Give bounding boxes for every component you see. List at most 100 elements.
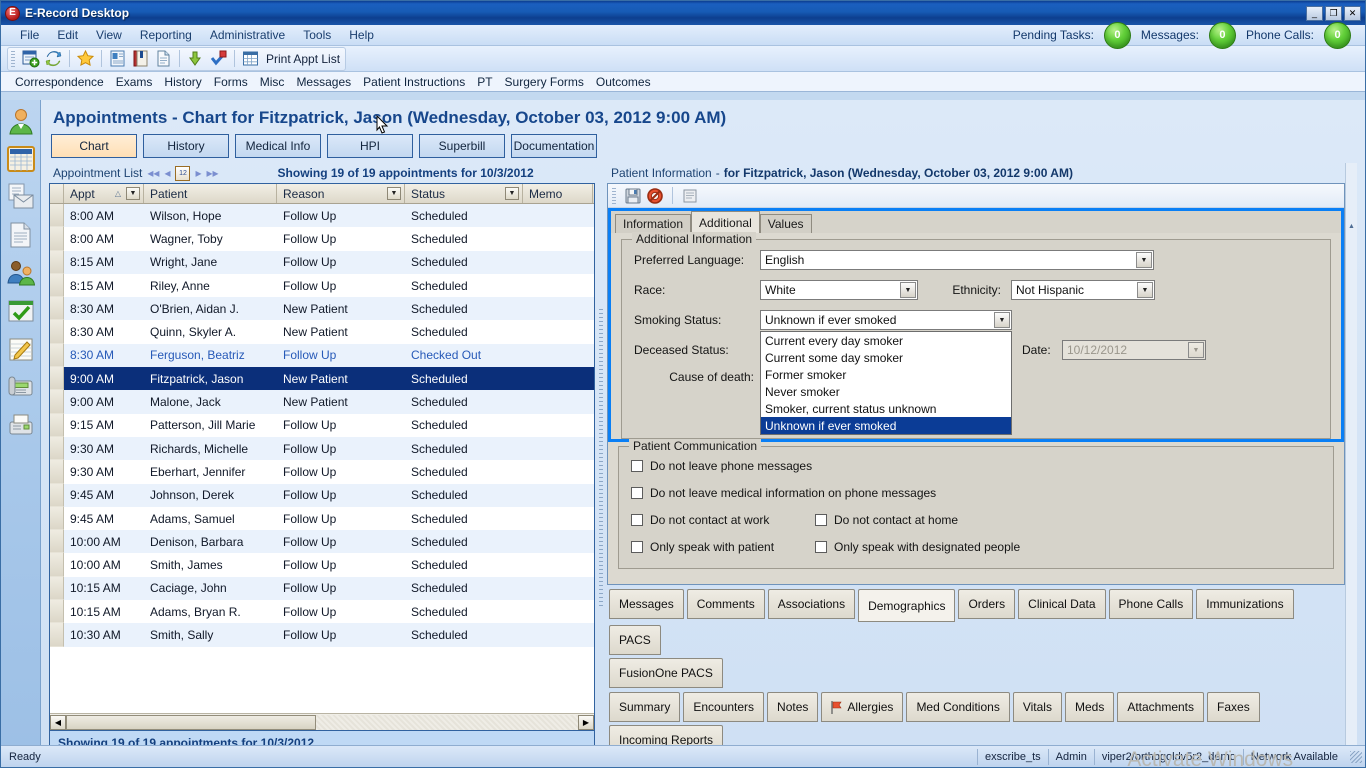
tab-superbill[interactable]: Superbill [419, 134, 505, 158]
cancel-icon[interactable] [646, 187, 664, 205]
table-row[interactable]: 9:15 AM Patterson, Jill Marie Follow Up Sch… [50, 413, 594, 437]
column-header-patient[interactable]: Patient [144, 184, 277, 203]
tab-additional[interactable]: Additional [691, 211, 760, 233]
chevron-down-icon[interactable]: ▼ [900, 282, 916, 298]
next-page-icon[interactable]: ▸ [195, 166, 201, 180]
new-appointment-icon[interactable] [21, 49, 40, 68]
table-row[interactable]: 10:00 AM Smith, James Follow Up Scheduled [50, 553, 594, 577]
row-handle[interactable] [50, 413, 64, 437]
module-pt[interactable]: PT [471, 75, 498, 89]
module-messages[interactable]: Messages [290, 75, 357, 89]
bottom-tab-pacs[interactable]: PACS [609, 625, 661, 655]
row-handle[interactable] [50, 460, 64, 484]
table-row[interactable]: 9:00 AM Malone, Jack New Patient Scheduled [50, 390, 594, 414]
row-handle[interactable] [50, 436, 64, 461]
preferred-language-select[interactable]: English ▼ [760, 250, 1154, 270]
table-row[interactable]: 8:15 AM Wright, Jane Follow Up Scheduled [50, 250, 594, 274]
contacts-icon[interactable] [6, 258, 36, 288]
documents-icon[interactable] [6, 220, 36, 250]
table-row[interactable]: 8:30 AM Quinn, Skyler A. New Patient Schedu… [50, 320, 594, 344]
ethnicity-select[interactable]: Not Hispanic ▼ [1011, 280, 1155, 300]
calendar-grid-icon[interactable] [241, 49, 260, 68]
row-handle[interactable] [50, 576, 64, 601]
bottom-tab-fusionone-pacs[interactable]: FusionOne PACS [609, 658, 723, 688]
row-handle[interactable] [50, 367, 64, 391]
column-header-reason[interactable]: Reason ▼ [277, 184, 405, 203]
pending-tasks-count[interactable]: 0 [1103, 21, 1131, 49]
bottom-tab-clinical-data[interactable]: Clinical Data [1018, 589, 1106, 619]
scroll-left-button[interactable]: ◀ [50, 714, 66, 730]
row-handle[interactable] [50, 227, 64, 251]
checkbox-do-not-contact-at-home[interactable] [815, 514, 827, 526]
module-outcomes[interactable]: Outcomes [590, 75, 657, 89]
table-row[interactable]: 10:00 AM Denison, Barbara Follow Up Schedul… [50, 530, 594, 554]
dropdown-option[interactable]: Former smoker [761, 366, 1011, 383]
minimize-button[interactable]: _ [1306, 5, 1323, 21]
check-out-icon[interactable] [209, 49, 228, 68]
bottom-tab-messages[interactable]: Messages [609, 589, 684, 619]
tab-hpi[interactable]: HPI [327, 134, 413, 158]
chevron-down-icon[interactable]: ▼ [1137, 282, 1153, 298]
filter-dropdown-status-icon[interactable]: ▼ [505, 187, 519, 200]
address-book-icon[interactable] [131, 49, 150, 68]
menu-tools[interactable]: Tools [294, 26, 340, 44]
module-correspondence[interactable]: Correspondence [9, 75, 110, 89]
row-handle[interactable] [50, 600, 64, 624]
bottom-tab-associations[interactable]: Associations [767, 589, 856, 619]
panel-scrollbar[interactable]: ▲ [1345, 163, 1357, 755]
table-row[interactable]: 9:30 AM Eberhart, Jennifer Follow Up Schedu… [50, 460, 594, 484]
table-row[interactable]: 10:15 AM Adams, Bryan R. Follow Up Schedule… [50, 600, 594, 624]
filter-dropdown-reason-icon[interactable]: ▼ [387, 187, 401, 200]
notes-icon[interactable] [681, 187, 699, 205]
chevron-down-icon[interactable]: ▼ [1188, 342, 1204, 358]
race-select[interactable]: White ▼ [760, 280, 918, 300]
resize-grip-icon[interactable] [1350, 750, 1362, 763]
module-misc[interactable]: Misc [254, 75, 291, 89]
close-button[interactable]: ✕ [1344, 5, 1361, 21]
row-handle[interactable] [50, 506, 64, 531]
patient-icon[interactable] [6, 106, 36, 136]
refresh-icon[interactable] [44, 49, 63, 68]
toolbar-grip[interactable] [11, 50, 15, 67]
menu-reporting[interactable]: Reporting [131, 26, 201, 44]
save-icon[interactable] [624, 187, 642, 205]
dropdown-option[interactable]: Never smoker [761, 383, 1011, 400]
dropdown-option[interactable]: Unknown if ever smoked [761, 417, 1011, 434]
table-row[interactable]: 10:15 AM Caciage, John Follow Up Scheduled [50, 576, 594, 601]
tab-values[interactable]: Values [759, 214, 812, 233]
menu-view[interactable]: View [87, 26, 131, 44]
scroll-thumb[interactable] [66, 714, 316, 730]
table-row[interactable]: 8:00 AM Wagner, Toby Follow Up Scheduled [50, 227, 594, 251]
smoking-status-select[interactable]: Unknown if ever smoked ▼ [760, 310, 1012, 330]
last-page-icon[interactable]: ▸▸ [207, 166, 219, 180]
bottom-tab-orders[interactable]: Orders [958, 589, 1016, 619]
row-handle[interactable] [50, 320, 64, 344]
smoking-status-dropdown-list[interactable]: Current every day smoker Current some day… [760, 331, 1012, 435]
table-row[interactable]: 9:45 AM Adams, Samuel Follow Up Scheduled [50, 506, 594, 531]
column-header-appt[interactable]: Appt △ ▼ [64, 184, 144, 203]
notes-icon[interactable] [6, 334, 36, 364]
favorites-star-icon[interactable] [76, 49, 95, 68]
table-row[interactable]: 8:00 AM Wilson, Hope Follow Up Scheduled [50, 204, 594, 228]
scroll-right-button[interactable]: ▶ [578, 714, 594, 730]
module-history[interactable]: History [158, 75, 207, 89]
deceased-date-field[interactable]: 10/12/2012 ▼ [1062, 340, 1206, 360]
menu-administrative[interactable]: Administrative [201, 26, 294, 44]
bottom-tab-comments[interactable]: Comments [686, 589, 765, 619]
filter-dropdown-appt-icon[interactable]: ▼ [126, 187, 140, 200]
previous-page-icon[interactable]: ◂ [164, 166, 170, 180]
menu-file[interactable]: File [11, 26, 48, 44]
scroll-up-icon[interactable]: ▲ [1348, 223, 1355, 230]
row-handle[interactable] [50, 250, 64, 274]
check-in-icon[interactable] [186, 49, 205, 68]
bottom-tab-med-conditions[interactable]: Med Conditions [906, 692, 1010, 722]
grid-horizontal-scrollbar[interactable]: ◀ ▶ [50, 713, 594, 730]
row-handle[interactable] [50, 530, 64, 554]
first-page-icon[interactable]: ◂◂ [147, 166, 159, 180]
patient-card-icon[interactable] [108, 49, 127, 68]
pane-splitter[interactable] [595, 163, 607, 755]
maximize-button[interactable]: ❐ [1325, 5, 1342, 21]
scroll-track[interactable] [316, 714, 578, 730]
calendar-picker-icon[interactable]: 12 [175, 165, 191, 181]
tab-medical-info[interactable]: Medical Info [235, 134, 321, 158]
